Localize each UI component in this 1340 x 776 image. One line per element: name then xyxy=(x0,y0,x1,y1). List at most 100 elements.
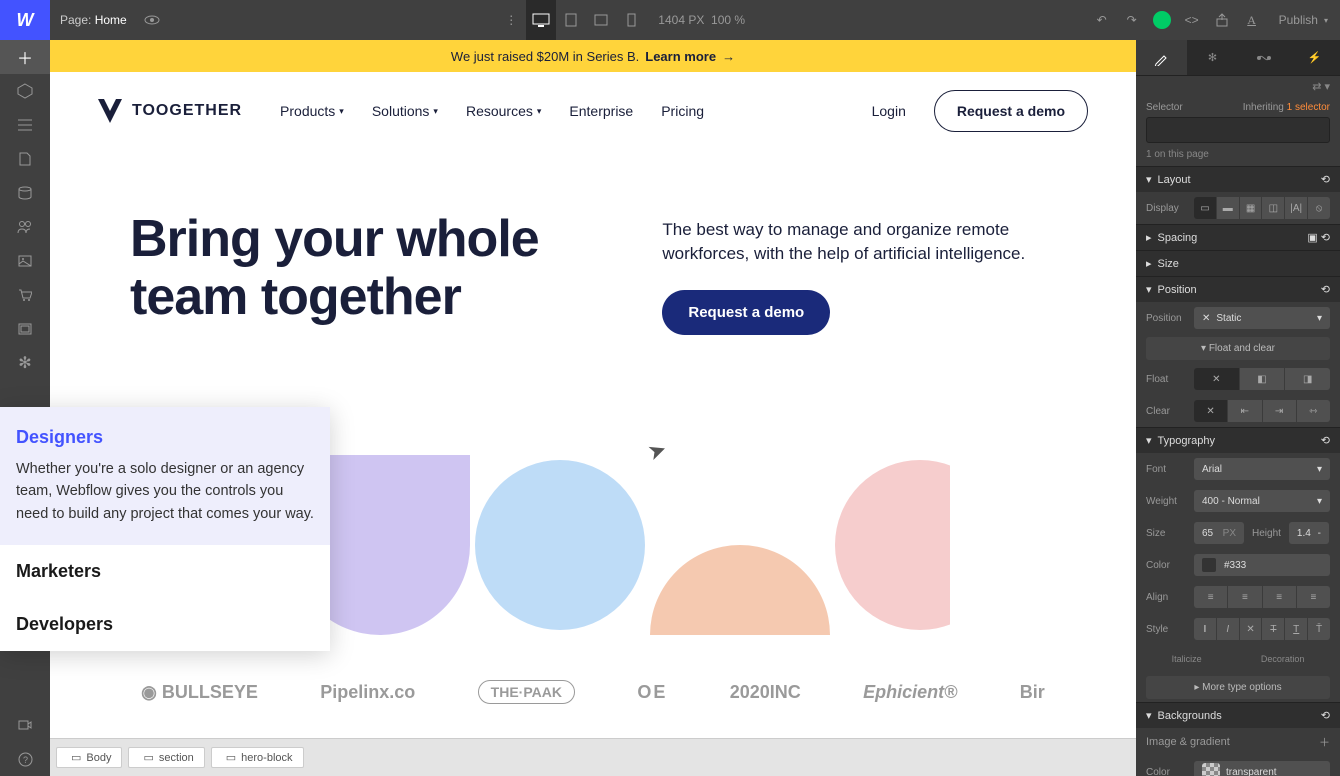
popup-developers[interactable]: Developers xyxy=(0,598,330,651)
align-right-icon[interactable]: ≡ xyxy=(1262,586,1296,608)
section-layout[interactable]: ▾ Layout⟲ xyxy=(1136,166,1340,192)
ecommerce-icon[interactable] xyxy=(0,278,50,312)
popup-marketers[interactable]: Marketers xyxy=(0,545,330,598)
display-block-icon[interactable]: ▭ xyxy=(1194,197,1216,219)
tab-effects-icon[interactable]: ⚡ xyxy=(1289,40,1340,75)
section-size[interactable]: ▸ Size xyxy=(1136,250,1340,276)
logo-2020inc: 2020INC xyxy=(730,682,801,703)
popup-designers[interactable]: Designers Whether you're a solo designer… xyxy=(0,407,330,545)
display-none-icon[interactable]: ⦸ xyxy=(1307,197,1330,219)
tab-interactions-icon[interactable] xyxy=(1238,40,1289,75)
bg-color-input[interactable]: transparent xyxy=(1194,761,1330,776)
crumb-hero[interactable]: ▭hero-block xyxy=(211,747,304,768)
position-select[interactable]: ✕ Static▾ xyxy=(1194,307,1330,329)
section-backgrounds[interactable]: ▾ Backgrounds⟲ xyxy=(1136,702,1340,728)
add-element-icon[interactable]: ＋ xyxy=(0,40,50,74)
section-typography[interactable]: ▾ Typography⟲ xyxy=(1136,427,1340,453)
nav-products[interactable]: Products▾ xyxy=(280,103,344,119)
announcement-link[interactable]: Learn more xyxy=(645,49,716,64)
desktop-viewport-icon[interactable] xyxy=(526,0,556,40)
clear-left-icon[interactable]: ⇤ xyxy=(1227,400,1261,422)
nav-solutions[interactable]: Solutions▾ xyxy=(372,103,438,119)
nav-resources[interactable]: Resources▾ xyxy=(466,103,541,119)
style-italic-icon[interactable]: I xyxy=(1216,618,1239,640)
assets-icon[interactable] xyxy=(0,244,50,278)
weight-select[interactable]: 400 - Normal▾ xyxy=(1194,490,1330,512)
text-color-input[interactable]: #333 xyxy=(1194,554,1330,576)
crumb-body[interactable]: ▭Body xyxy=(56,747,122,768)
align-left-icon[interactable]: ≡ xyxy=(1194,586,1227,608)
tablet-landscape-icon[interactable] xyxy=(586,0,616,40)
audit-icon[interactable]: A xyxy=(1237,0,1267,40)
float-left-icon[interactable]: ◧ xyxy=(1239,368,1285,390)
cms-icon[interactable] xyxy=(0,176,50,210)
text-align-options: ≡ ≡ ≡ ≡ xyxy=(1194,586,1330,608)
symbols-icon[interactable] xyxy=(0,74,50,108)
float-none-icon[interactable]: ✕ xyxy=(1194,368,1239,390)
font-select[interactable]: Arial▾ xyxy=(1194,458,1330,480)
decoration-overline-icon[interactable]: T̄ xyxy=(1307,618,1330,640)
components-icon[interactable] xyxy=(0,312,50,346)
nav-login[interactable]: Login xyxy=(872,103,906,119)
add-bg-icon[interactable]: ＋ xyxy=(1319,734,1330,750)
undo-icon[interactable]: ↶ xyxy=(1087,0,1117,40)
nav-enterprise[interactable]: Enterprise xyxy=(569,103,633,119)
align-center-icon[interactable]: ≡ xyxy=(1227,586,1261,608)
page-selector[interactable]: Page: Home xyxy=(50,13,137,27)
preview-icon[interactable] xyxy=(137,0,167,40)
tab-style-icon[interactable] xyxy=(1136,40,1187,75)
nav-demo-button[interactable]: Request a demo xyxy=(934,90,1088,132)
display-options[interactable]: ▭ ▬ ▦ ◫ |A| ⦸ xyxy=(1194,197,1330,219)
panel-menu-icon[interactable]: ⇄ ▾ xyxy=(1136,76,1340,97)
tablet-viewport-icon[interactable] xyxy=(556,0,586,40)
clear-both-icon[interactable]: ⇿ xyxy=(1296,400,1330,422)
audience-popup: Designers Whether you're a solo designer… xyxy=(0,407,330,651)
align-justify-icon[interactable]: ≡ xyxy=(1296,586,1330,608)
selector-hint: 1 on this page xyxy=(1136,147,1340,166)
users-icon[interactable] xyxy=(0,210,50,244)
announcement-bar[interactable]: We just raised $20M in Series B. Learn m… xyxy=(50,40,1136,72)
clear-options: ✕ ⇤ ⇥ ⇿ xyxy=(1194,400,1330,422)
section-position[interactable]: ▾ Position⟲ xyxy=(1136,276,1340,302)
site-logo[interactable]: TOOGETHER xyxy=(98,99,242,123)
nav-pricing[interactable]: Pricing xyxy=(661,103,704,119)
help-icon[interactable]: ? xyxy=(0,742,50,776)
pages-icon[interactable] xyxy=(0,142,50,176)
decoration-underline-icon[interactable]: T xyxy=(1284,618,1307,640)
publish-button[interactable]: Publish ▾ xyxy=(1267,13,1340,27)
hero-subtext[interactable]: The best way to manage and organize remo… xyxy=(662,218,1056,266)
font-size-input[interactable]: 65PX xyxy=(1194,522,1244,544)
decoration-none-icon[interactable]: ✕ xyxy=(1239,618,1262,640)
clear-none-icon[interactable]: ✕ xyxy=(1194,400,1227,422)
settings-icon[interactable]: ✻ xyxy=(0,346,50,380)
display-inline-icon[interactable]: |A| xyxy=(1284,197,1307,219)
decoration-strike-icon[interactable]: T xyxy=(1261,618,1284,640)
mobile-viewport-icon[interactable] xyxy=(616,0,646,40)
navigator-icon[interactable] xyxy=(0,108,50,142)
hero-headline[interactable]: Bring your whole team together xyxy=(130,210,602,335)
section-spacing[interactable]: ▸ Spacing▣ ⟲ xyxy=(1136,224,1340,250)
tab-settings-icon[interactable]: ✻ xyxy=(1187,40,1238,75)
selector-input[interactable] xyxy=(1146,117,1330,143)
site-nav: TOOGETHER Products▾ Solutions▾ Resources… xyxy=(50,72,1136,150)
popup-designers-title: Designers xyxy=(16,427,314,448)
export-icon[interactable] xyxy=(1207,0,1237,40)
client-logos: ◉ BULLSEYE Pipelinx.co THE·PAAK OE 2020I… xyxy=(50,680,1136,704)
line-height-input[interactable]: 1.4- xyxy=(1289,522,1329,544)
style-regular-icon[interactable]: I xyxy=(1194,618,1216,640)
status-ok-icon[interactable] xyxy=(1147,0,1177,40)
video-icon[interactable] xyxy=(0,708,50,742)
crumb-section[interactable]: ▭section xyxy=(128,747,204,768)
display-grid-icon[interactable]: ▦ xyxy=(1239,197,1262,219)
more-type-options[interactable]: ▸ More type options xyxy=(1146,676,1330,699)
display-inlineblock-icon[interactable]: ◫ xyxy=(1261,197,1284,219)
code-icon[interactable]: <> xyxy=(1177,0,1207,40)
webflow-logo[interactable]: W xyxy=(0,0,50,40)
float-clear-toggle[interactable]: ▾ Float and clear xyxy=(1146,337,1330,360)
redo-icon[interactable]: ↷ xyxy=(1117,0,1147,40)
float-right-icon[interactable]: ◨ xyxy=(1284,368,1330,390)
more-icon[interactable]: ⋮ xyxy=(496,0,526,40)
clear-right-icon[interactable]: ⇥ xyxy=(1262,400,1296,422)
display-flex-icon[interactable]: ▬ xyxy=(1216,197,1239,219)
hero-cta-button[interactable]: Request a demo xyxy=(662,290,830,335)
